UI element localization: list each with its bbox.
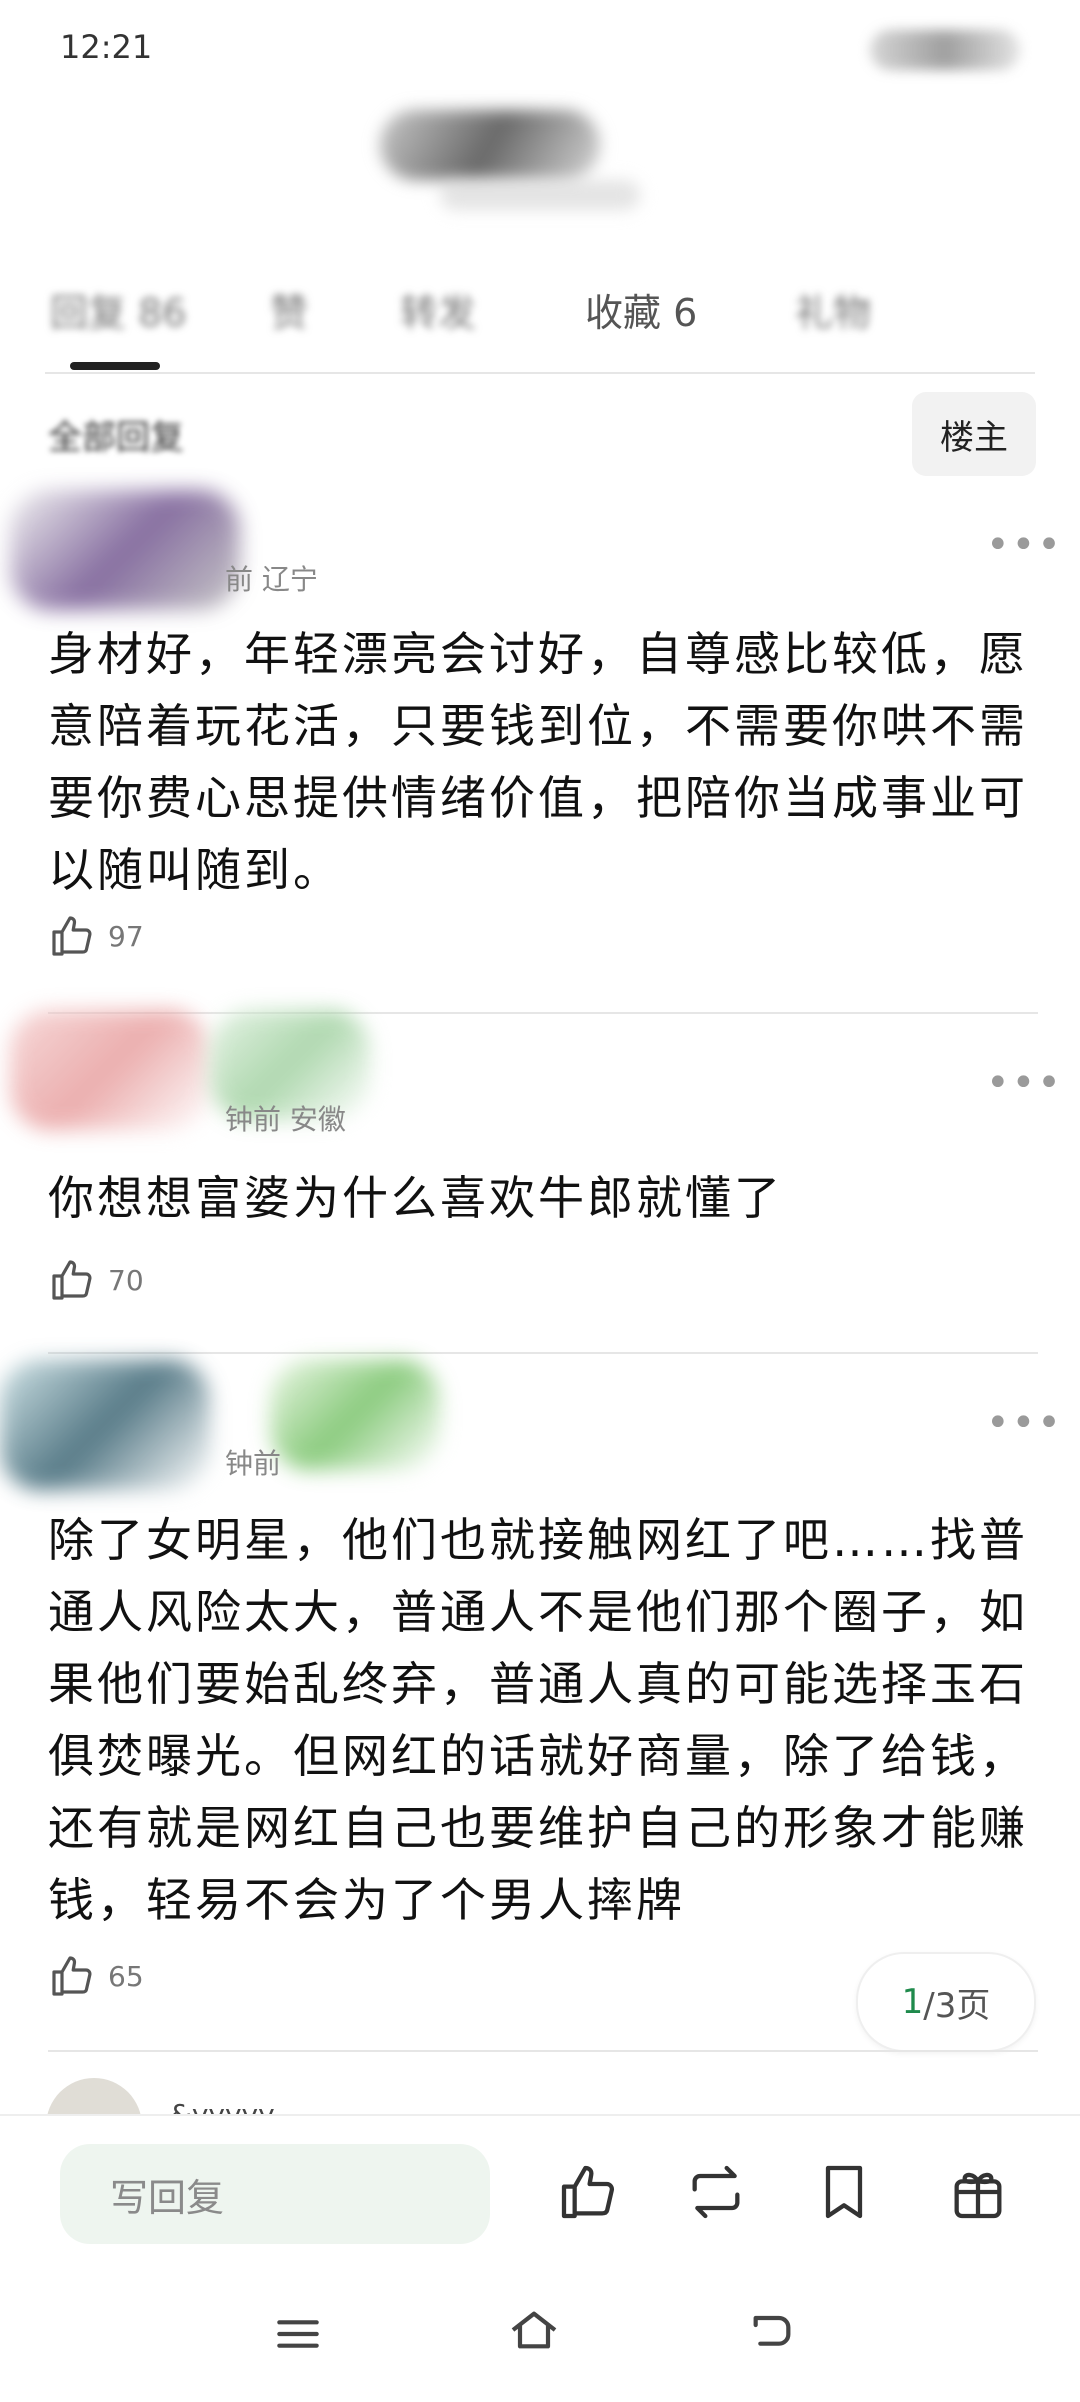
- menu-icon: [277, 2320, 319, 2348]
- thumbs-up-icon: [52, 1956, 92, 1996]
- comment-2-more-icon[interactable]: •••: [986, 1060, 1063, 1106]
- thumbs-up-icon: [561, 2165, 615, 2219]
- tab-reposts[interactable]: 转发: [400, 282, 476, 337]
- comment-1-meta: 前 辽宁: [225, 563, 318, 596]
- comment-1-more-icon[interactable]: •••: [986, 522, 1063, 568]
- tab-bar: 回复 86 赞 转发 收藏 6 礼物: [0, 260, 1080, 370]
- comment-2-meta: 钟前 安徽: [225, 1103, 346, 1136]
- menu-nav-button[interactable]: [270, 2306, 326, 2366]
- comment-2-like[interactable]: 70: [48, 1256, 144, 1304]
- home-nav-button[interactable]: [506, 2302, 562, 2362]
- comment-1-text: 身材好，年轻漂亮会讨好，自尊感比较低，愿意陪着玩花活，只要钱到位，不需要你哄不需…: [48, 627, 1028, 897]
- owner-only-button[interactable]: 楼主: [912, 392, 1036, 476]
- comment-3-like[interactable]: 65: [48, 1952, 144, 2000]
- header-title: [320, 110, 700, 220]
- comment-1-like-count: 97: [108, 919, 144, 953]
- bookmark-button[interactable]: [812, 2160, 876, 2228]
- comment-2-text: 你想想富婆为什么喜欢牛郎就懂了: [48, 1171, 783, 1225]
- tab-gifts[interactable]: 礼物: [795, 282, 871, 337]
- status-icons: [870, 30, 1020, 70]
- page-current: 1: [901, 1982, 924, 2022]
- tab-replies[interactable]: 回复 86: [50, 282, 186, 337]
- gift-icon: [954, 2172, 1002, 2219]
- comment-3-like-count: 65: [108, 1959, 144, 1993]
- comment-3-more-icon[interactable]: •••: [986, 1400, 1063, 1446]
- like-button[interactable]: [556, 2160, 620, 2228]
- comment-2-like-count: 70: [108, 1263, 144, 1297]
- tab-likes[interactable]: 赞: [270, 282, 308, 337]
- repost-button[interactable]: [684, 2160, 748, 2228]
- active-tab-indicator: [70, 362, 160, 370]
- back-nav-button[interactable]: [744, 2304, 800, 2364]
- gift-button[interactable]: [946, 2160, 1010, 2228]
- thumbs-up-icon: [52, 916, 92, 956]
- home-icon: [511, 2311, 557, 2349]
- tabs-divider: [45, 372, 1035, 374]
- back-icon: [753, 2315, 791, 2346]
- reply-input[interactable]: 写回复: [60, 2144, 490, 2244]
- comment-3-text: 除了女明星，他们也就接触网红了吧……找普通人风险太大，普通人不是他们那个圈子，如…: [48, 1513, 1028, 1927]
- comment-3-avatar-name: [0, 1340, 460, 1510]
- comment-1-like[interactable]: 97: [48, 912, 144, 960]
- all-replies-label[interactable]: 全部回复: [48, 410, 184, 459]
- page-total: /3页: [923, 1985, 991, 2026]
- repost-icon: [692, 2165, 740, 2219]
- comment-divider: [48, 2050, 1038, 2052]
- thumbs-up-icon: [52, 1260, 92, 1300]
- page-indicator[interactable]: 1 /3页: [856, 1952, 1036, 2052]
- comment-3-meta: 钟前: [225, 1447, 282, 1480]
- status-time: 12:21: [60, 28, 153, 66]
- bookmark-icon: [825, 2165, 863, 2219]
- tab-favorites[interactable]: 收藏 6: [585, 282, 697, 337]
- comment-1-avatar-name: [10, 470, 240, 620]
